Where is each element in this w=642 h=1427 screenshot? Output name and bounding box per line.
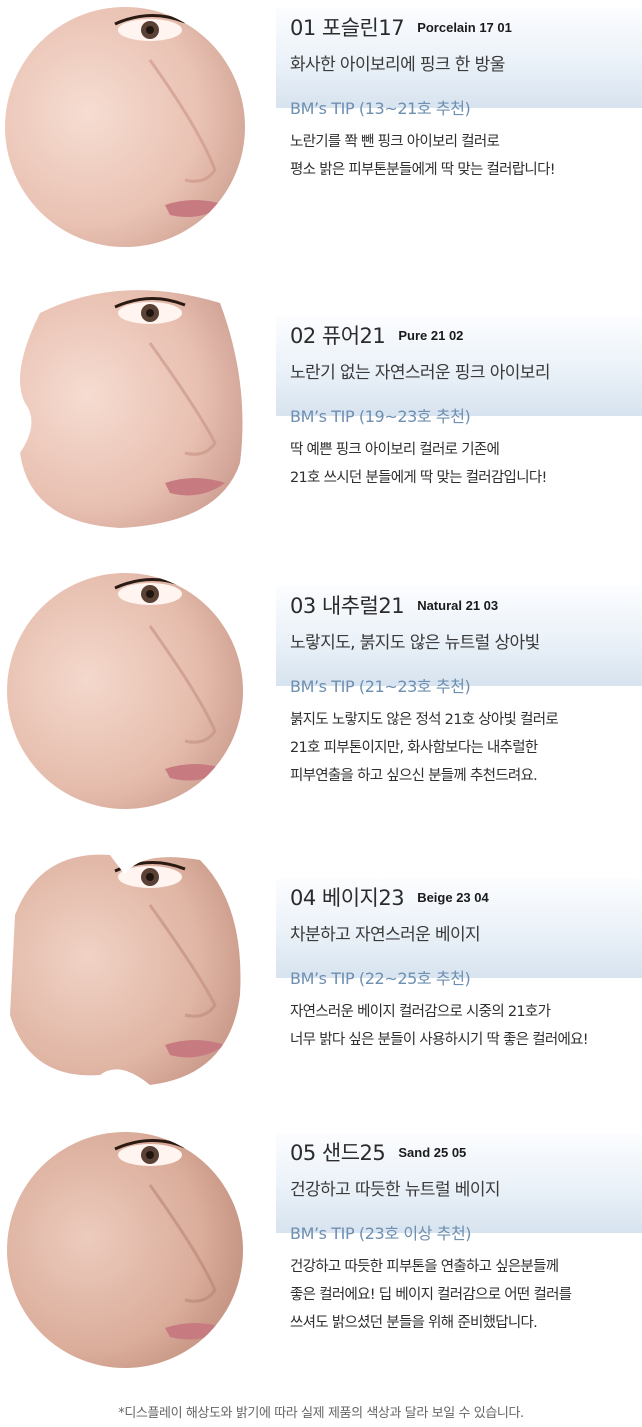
shade-description-line: 건강하고 따듯한 피부톤을 연출하고 싶은분들께 [290, 1259, 559, 1275]
shade-tip: BM’s TIP (13~21호 추천) [290, 99, 471, 118]
shade-section-02: 02 퓨어21 Pure 21 02 노란기 없는 자연스러운 핑크 아이보리 … [0, 290, 642, 578]
shade-description-line: 노란기를 쫙 뺀 핑크 아이보리 컬러로 [290, 134, 500, 150]
shade-title: 03 내추럴21 [290, 594, 405, 618]
shade-description: 노란기를 쫙 뺀 핑크 아이보리 컬러로 평소 밝은 피부톤분들에게 딱 맞는 … [290, 128, 642, 184]
shade-description: 자연스러운 베이지 컬러감으로 시중의 21호가 너무 밝다 싶은 분들이 사용… [290, 998, 642, 1054]
shade-english-label: Beige 23 04 [417, 890, 489, 905]
shade-title-row: 05 샌드25 Sand 25 05 [290, 1137, 466, 1167]
shade-description-line: 붉지도 노랗지도 않은 정석 21호 상아빛 컬러로 [290, 712, 559, 728]
shade-description-line: 21호 피부톤이지만, 화사함보다는 내추럴한 [290, 740, 538, 756]
skin-swatch-image-02 [0, 283, 250, 533]
shade-english-label: Pure 21 02 [398, 328, 464, 343]
shade-section-03: 03 내추럴21 Natural 21 03 노랗지도, 붉지도 않은 뉴트럴 … [0, 573, 642, 848]
shade-english-label: Natural 21 03 [417, 598, 499, 613]
skin-swatch-image-05 [0, 1125, 250, 1375]
shade-english-label: Sand 25 05 [398, 1145, 467, 1160]
shade-title-row: 04 베이지23 Beige 23 04 [290, 882, 489, 912]
shade-description-line: 자연스러운 베이지 컬러감으로 시중의 21호가 [290, 1004, 551, 1020]
shade-tip: BM’s TIP (19~23호 추천) [290, 407, 471, 426]
shade-title-row: 01 포슬린17 Porcelain 17 01 [290, 12, 512, 42]
shade-description: 건강하고 따듯한 피부톤을 연출하고 싶은분들께 좋은 컬러에요! 딥 베이지 … [290, 1253, 642, 1337]
shade-description-line: 너무 밝다 싶은 분들이 사용하시기 딱 좋은 컬러에요! [290, 1032, 589, 1048]
shade-description-line: 쓰셔도 밝으셨던 분들을 위해 준비했답니다. [290, 1315, 538, 1331]
shade-description-line: 피부연출을 하고 싶으신 분들께 추천드려요. [290, 768, 538, 784]
shade-description: 딱 예쁜 핑크 아이보리 컬러로 기존에 21호 쓰시던 분들에게 딱 맞는 컬… [290, 436, 642, 492]
skin-swatch-image-04 [0, 845, 250, 1095]
shade-subtitle: 화사한 아이보리에 핑크 한 방울 [290, 55, 505, 75]
shade-tip: BM’s TIP (21~23호 추천) [290, 677, 471, 696]
shade-title-row: 03 내추럴21 Natural 21 03 [290, 590, 498, 620]
shade-subtitle: 노랗지도, 붉지도 않은 뉴트럴 상아빛 [290, 633, 540, 653]
skin-swatch-image-03 [0, 566, 250, 816]
shade-title: 02 퓨어21 [290, 324, 386, 348]
shade-description-line: 평소 밝은 피부톤분들에게 딱 맞는 컬러랍니다! [290, 162, 556, 178]
shade-subtitle: 건강하고 따듯한 뉴트럴 베이지 [290, 1180, 501, 1200]
shade-title-row: 02 퓨어21 Pure 21 02 [290, 320, 463, 350]
shade-title: 05 샌드25 [290, 1141, 386, 1165]
shade-tip: BM’s TIP (22~25호 추천) [290, 969, 471, 988]
shade-description: 붉지도 노랗지도 않은 정석 21호 상아빛 컬러로 21호 피부톤이지만, 화… [290, 706, 642, 790]
shade-description-line: 딱 예쁜 핑크 아이보리 컬러로 기존에 [290, 442, 500, 458]
shade-title: 01 포슬린17 [290, 16, 405, 40]
skin-swatch-image-01 [0, 0, 250, 250]
shade-description-line: 좋은 컬러에요! 딥 베이지 컬러감으로 어떤 컬러를 [290, 1287, 572, 1303]
shade-subtitle: 차분하고 자연스러운 베이지 [290, 925, 481, 945]
footnote-disclaimer: *디스플레이 해상도와 밝기에 따라 실제 제품의 색상과 달라 보일 수 있습… [118, 1406, 524, 1421]
shade-section-01: 01 포슬린17 Porcelain 17 01 화사한 아이보리에 핑크 한 … [0, 0, 642, 270]
shade-title: 04 베이지23 [290, 886, 405, 910]
shade-section-04: 04 베이지23 Beige 23 04 차분하고 자연스러운 베이지 BM’s… [0, 854, 642, 1140]
shade-description-line: 21호 쓰시던 분들에게 딱 맞는 컬러감입니다! [290, 470, 547, 486]
shade-section-05: 05 샌드25 Sand 25 05 건강하고 따듯한 뉴트럴 베이지 BM’s… [0, 1125, 642, 1395]
shade-tip: BM’s TIP (23호 이상 추천) [290, 1224, 472, 1243]
shade-subtitle: 노란기 없는 자연스러운 핑크 아이보리 [290, 363, 550, 383]
shade-english-label: Porcelain 17 01 [417, 20, 512, 35]
